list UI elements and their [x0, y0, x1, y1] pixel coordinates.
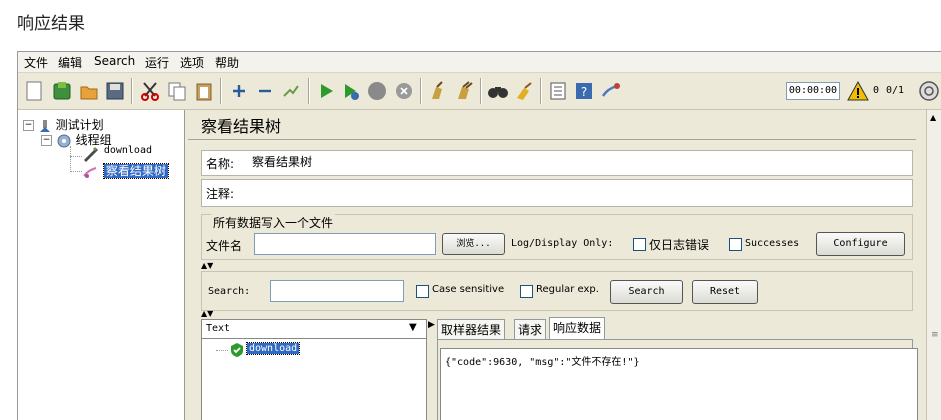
view-results-tree-panel: 察看结果树 名称: 察看结果树 注释: 所有数据写入一个文件 文件名 浏览...…	[188, 114, 918, 420]
active-threads: 0/1	[886, 85, 905, 96]
successes-label: Successes	[745, 238, 800, 249]
elapsed-timer: 00:00:00	[786, 82, 840, 100]
start-icon[interactable]	[315, 80, 337, 102]
configure-button[interactable]: Configure	[816, 232, 905, 256]
write-to-file-group: 所有数据写入一个文件 文件名 浏览... Log/Display Only: 仅…	[201, 214, 913, 260]
comment-field[interactable]	[248, 180, 910, 204]
panel-title: 察看结果树	[188, 114, 916, 140]
scroll-up-icon[interactable]: ▲	[930, 113, 936, 122]
svg-text:?: ?	[581, 85, 587, 99]
warning-count: 0	[873, 85, 880, 96]
result-item-download[interactable]: download	[245, 342, 301, 355]
tree-label: 测试计划	[55, 118, 104, 132]
menu-file[interactable]: 文件	[24, 54, 48, 71]
jmeter-window: 文件 编辑 Search 运行 选项 帮助 ? 00:00:00 0 0/1 −…	[17, 51, 941, 420]
menu-bar: 文件 编辑 Search 运行 选项 帮助	[18, 52, 941, 73]
success-shield-icon	[229, 342, 245, 358]
shutdown-icon[interactable]	[393, 80, 415, 102]
case-sensitive-checkbox[interactable]	[416, 285, 429, 298]
name-row: 名称: 察看结果树	[201, 150, 913, 176]
splitter-arrows-icon[interactable]: ▲▼	[201, 262, 213, 270]
stop-icon[interactable]	[366, 80, 388, 102]
tree-node-download-sampler[interactable]: download	[82, 144, 152, 162]
status-indicator-icon	[918, 80, 940, 102]
menu-options[interactable]: 选项	[180, 54, 204, 71]
tab-request[interactable]: 请求	[514, 319, 547, 339]
reset-button[interactable]: Reset	[692, 280, 758, 304]
search-input[interactable]	[270, 280, 404, 302]
browse-button[interactable]: 浏览...	[442, 233, 505, 255]
filename-label: 文件名	[206, 239, 243, 253]
templates-icon[interactable]	[51, 80, 73, 102]
reset-search-icon[interactable]	[513, 80, 535, 102]
response-body-area[interactable]: {"code":9630, "msg":"文件不存在!"}	[440, 348, 918, 420]
tab-response-data[interactable]: 响应数据	[549, 317, 606, 339]
regex-label: Regular exp.	[536, 284, 599, 295]
sampler-pen-icon	[82, 146, 100, 162]
comment-label: 注释:	[206, 187, 235, 201]
file-section-title: 所有数据写入一个文件	[211, 214, 336, 231]
function-helper-icon[interactable]	[547, 80, 569, 102]
clear-icon[interactable]	[427, 80, 449, 102]
errors-only-checkbox[interactable]	[633, 238, 646, 251]
menu-help[interactable]: 帮助	[215, 54, 239, 71]
log-display-label: Log/Display Only:	[511, 238, 614, 249]
listener-icon	[82, 164, 100, 180]
clear-all-icon[interactable]	[454, 80, 476, 102]
results-list: Text ▼ download	[201, 319, 427, 420]
warning-icon[interactable]	[847, 80, 869, 101]
comment-row: 注释:	[201, 179, 913, 207]
copy-icon[interactable]	[166, 80, 188, 102]
tree-label: download	[103, 144, 152, 156]
tab-sampler-result[interactable]: 取样器结果	[437, 319, 506, 339]
tree-label-selected: 察看结果树	[102, 163, 169, 179]
menu-search[interactable]: Search	[94, 54, 135, 68]
filename-input[interactable]	[254, 233, 436, 255]
test-plan-tree: − 测试计划 − 线程组 download 察看结果树	[18, 110, 185, 420]
toolbar: ? 00:00:00 0 0/1	[18, 73, 941, 110]
case-sensitive-label: Case sensitive	[432, 284, 505, 295]
vertical-scrollbar[interactable]: ▲ ≡	[926, 110, 941, 420]
collapse-toggle-icon[interactable]: −	[41, 135, 52, 146]
save-icon[interactable]	[104, 80, 126, 102]
paste-icon[interactable]	[193, 80, 215, 102]
page-heading: 响应结果	[17, 14, 85, 34]
remote-icon[interactable]	[600, 80, 622, 102]
successes-checkbox[interactable]	[729, 238, 742, 251]
errors-only-label: 仅日志错误	[649, 238, 710, 252]
splitter-arrows-icon[interactable]: ▲▼	[201, 310, 213, 318]
expand-icon[interactable]	[228, 80, 250, 102]
tab-content: {"code":9630, "msg":"文件不存在!"}	[437, 339, 918, 420]
search-label: Search:	[208, 286, 251, 297]
menu-run[interactable]: 运行	[145, 54, 169, 71]
new-icon[interactable]	[23, 80, 45, 102]
toggle-icon[interactable]	[280, 80, 302, 102]
renderer-select[interactable]: Text ▼	[202, 320, 426, 339]
search-bar: Search: Case sensitive Regular exp. Sear…	[201, 271, 913, 311]
regex-checkbox[interactable]	[520, 285, 533, 298]
response-pane: 取样器结果 请求 响应数据 {"code":9630, "msg":"文件不存在…	[437, 317, 918, 420]
name-label: 名称:	[206, 157, 235, 171]
open-icon[interactable]	[78, 80, 100, 102]
scroll-grip-icon[interactable]: ≡	[931, 330, 939, 340]
tree-node-view-results-tree[interactable]: 察看结果树	[82, 162, 169, 180]
cut-icon[interactable]	[139, 80, 161, 102]
menu-edit[interactable]: 编辑	[58, 54, 82, 71]
search-button[interactable]: Search	[610, 280, 683, 304]
collapse-toggle-icon[interactable]: −	[23, 120, 34, 131]
name-field[interactable]: 察看结果树	[248, 151, 914, 173]
splitter-handle-icon[interactable]: ▶	[428, 320, 435, 330]
search-binoculars-icon[interactable]	[487, 80, 509, 102]
response-body-text: {"code":9630, "msg":"文件不存在!"}	[445, 357, 640, 368]
renderer-selected-value: Text	[206, 323, 231, 334]
collapse-icon[interactable]	[254, 80, 276, 102]
help-icon[interactable]: ?	[573, 80, 595, 102]
start-no-pause-icon[interactable]	[340, 80, 362, 102]
chevron-down-icon: ▼	[409, 322, 417, 333]
